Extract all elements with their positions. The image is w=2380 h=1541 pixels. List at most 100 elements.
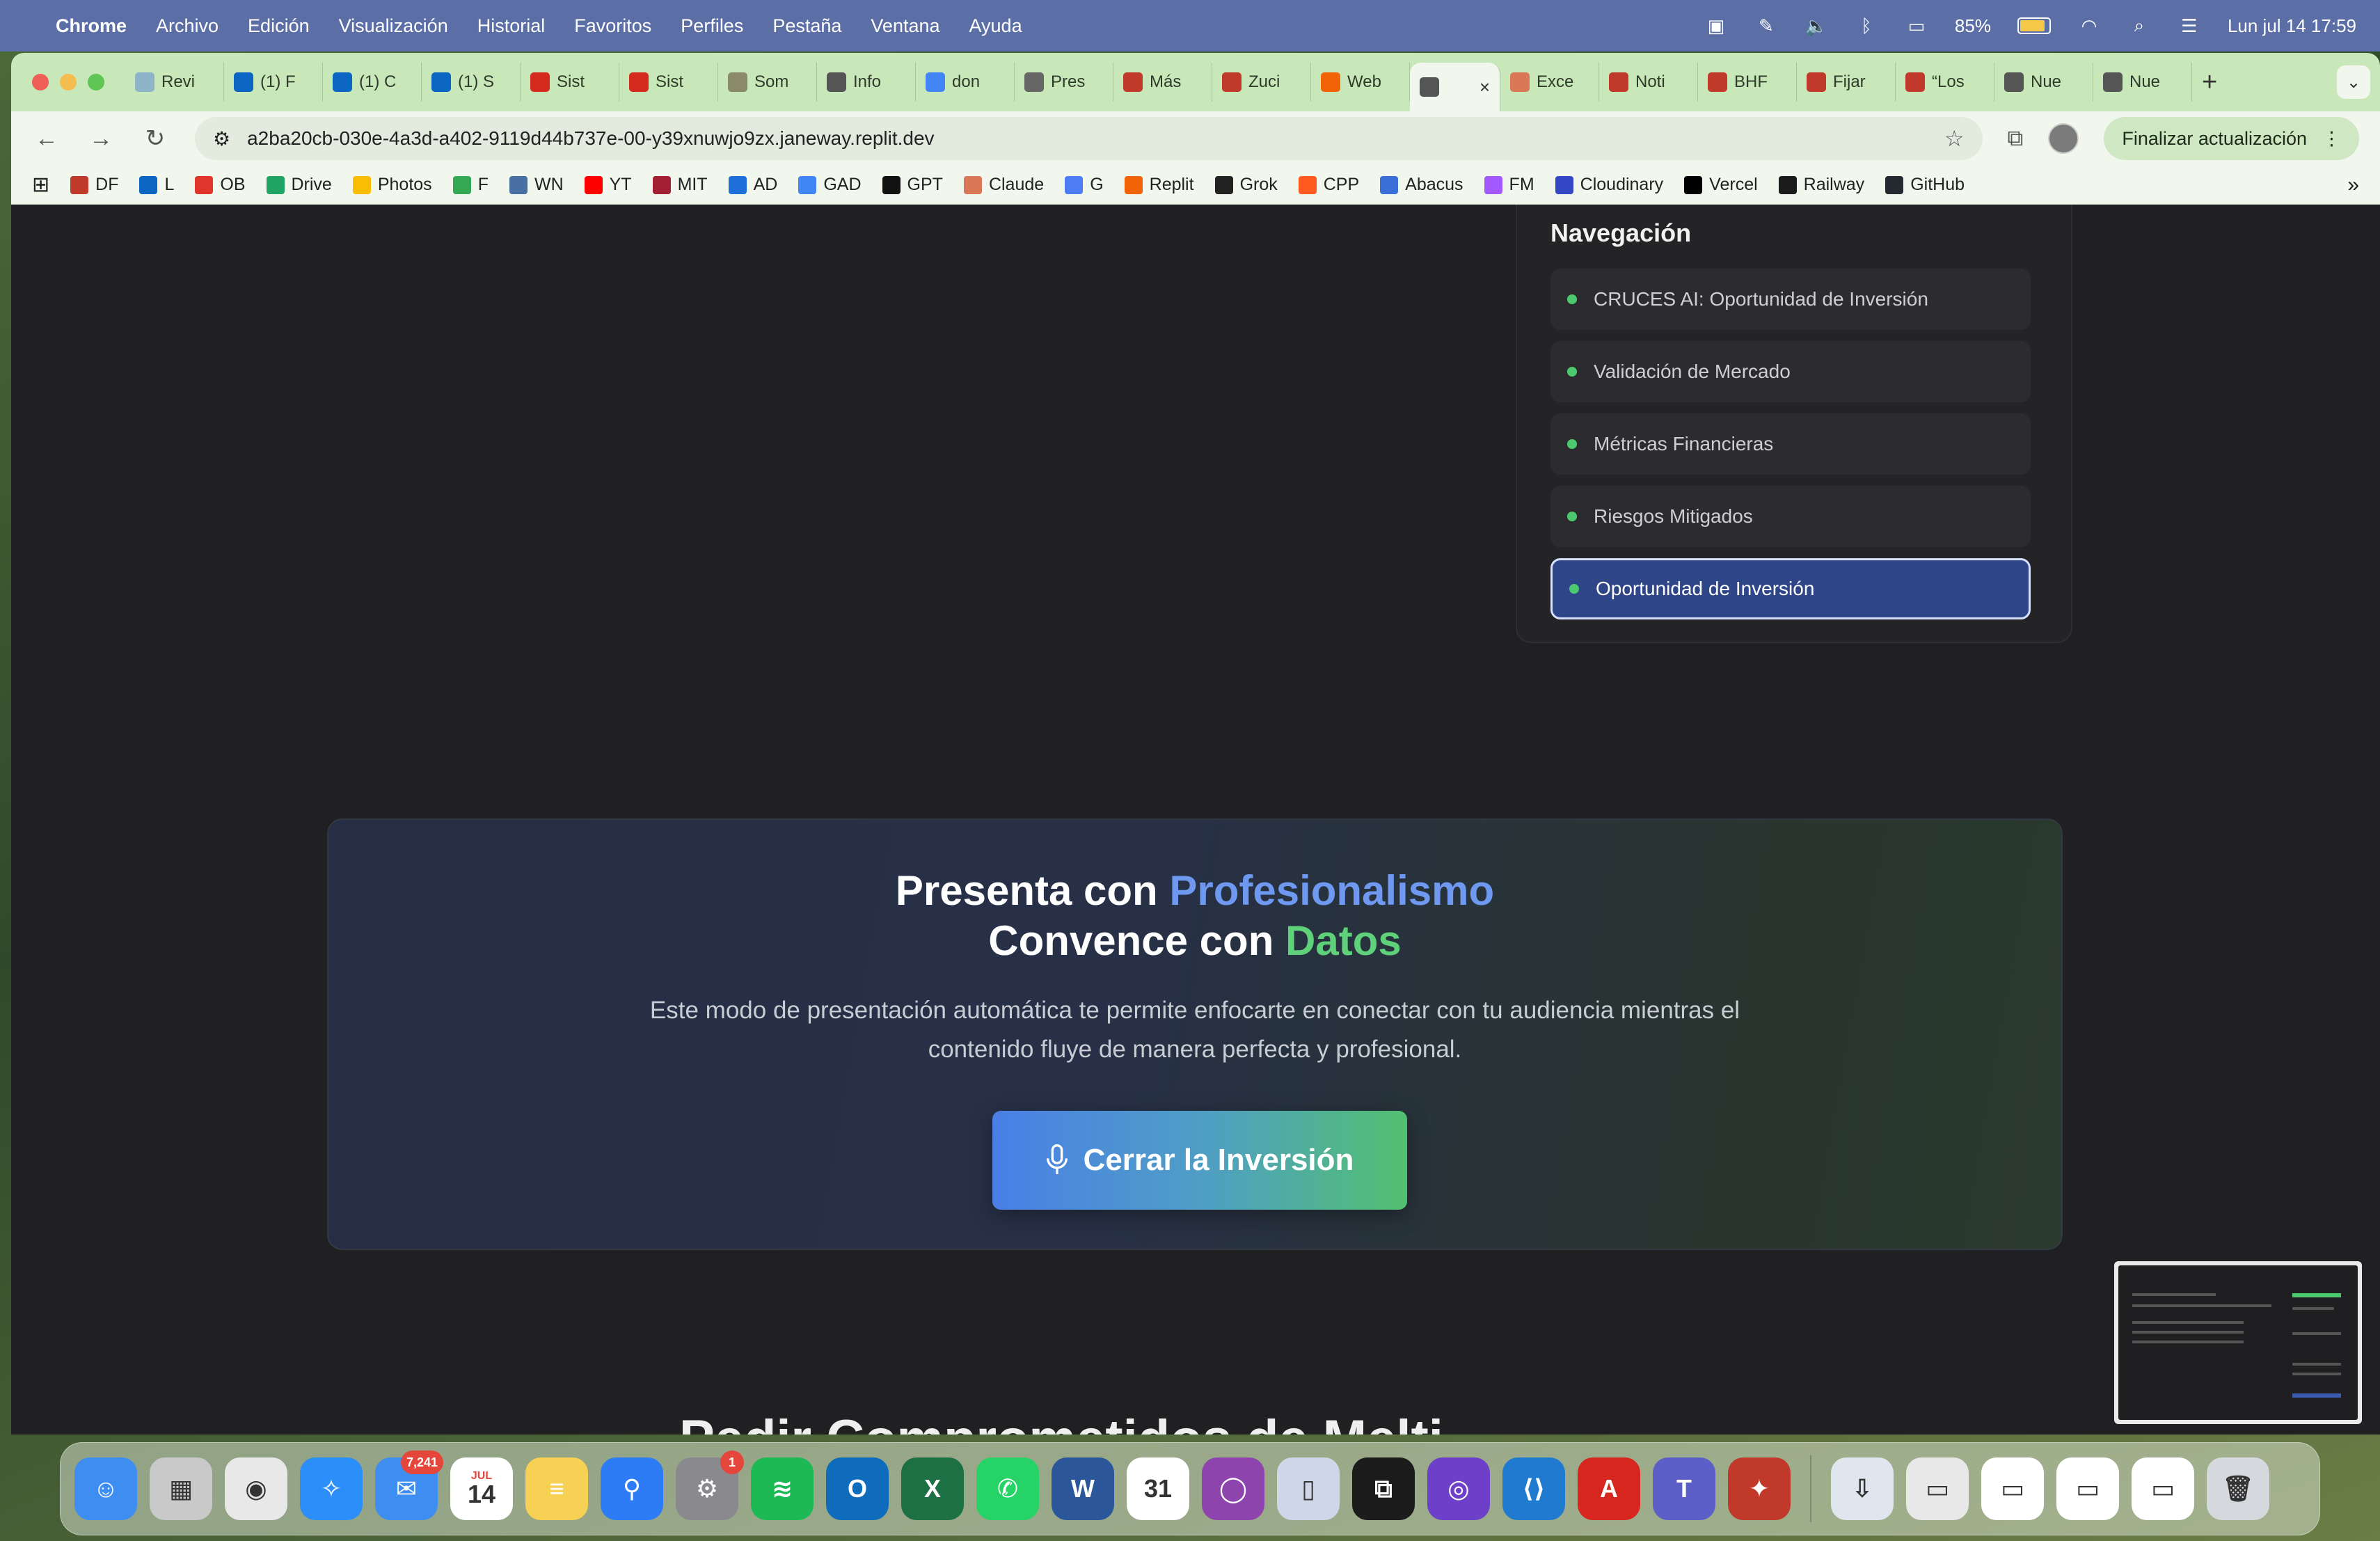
bluetooth-off-icon[interactable]: ᛒ	[1855, 15, 1878, 36]
nav-item[interactable]: Riesgos Mitigados	[1550, 486, 2031, 547]
finish-update-button[interactable]: Finalizar actualización ⋮	[2104, 117, 2359, 160]
chrome-icon[interactable]: ◉	[225, 1457, 287, 1520]
profile-avatar[interactable]	[2048, 123, 2079, 154]
more-bookmarks-icon[interactable]: »	[2347, 173, 2359, 197]
menu-visualizacion[interactable]: Visualización	[339, 15, 448, 37]
github-desktop-icon[interactable]: ◎	[1427, 1457, 1490, 1520]
replit-icon[interactable]: ⧉	[1352, 1457, 1415, 1520]
bookmark-item[interactable]: F	[452, 175, 489, 195]
bookmark-star-icon[interactable]: ☆	[1944, 125, 1965, 152]
tab[interactable]: Nue	[1994, 63, 2093, 102]
bookmark-item[interactable]: Grok	[1214, 175, 1278, 195]
calendar-31-icon[interactable]: 31	[1127, 1457, 1189, 1520]
extensions-icon[interactable]: ⧉	[2008, 125, 2024, 152]
mail-icon[interactable]: ✉ 7,241	[375, 1451, 443, 1520]
downloads-icon[interactable]: ⇩	[1831, 1457, 1894, 1520]
tab-search-button[interactable]: ⌄	[2337, 65, 2370, 99]
settings-icon[interactable]: ⚙ 1	[676, 1451, 744, 1520]
close-window-button[interactable]	[32, 74, 49, 90]
menu-edicion[interactable]: Edición	[248, 15, 310, 37]
tab[interactable]: (1) F	[224, 63, 323, 102]
bookmark-item[interactable]: Vercel	[1684, 175, 1758, 195]
close-tab-icon[interactable]: ×	[1479, 77, 1490, 98]
menu-archivo[interactable]: Archivo	[156, 15, 219, 37]
screenshot-preview-thumbnail[interactable]	[2114, 1261, 2362, 1424]
whatsapp-icon[interactable]: ✆	[976, 1457, 1039, 1520]
bookmark-item[interactable]: CPP	[1298, 175, 1359, 195]
nav-item[interactable]: Validación de Mercado	[1550, 341, 2031, 402]
tab[interactable]: Fijar	[1797, 63, 1896, 102]
menu-pestana[interactable]: Pestaña	[772, 15, 841, 37]
tab[interactable]: (1) S	[422, 63, 521, 102]
launchpad-icon[interactable]: ▦	[150, 1457, 212, 1520]
bookmark-item[interactable]: WN	[509, 175, 564, 195]
tab[interactable]: Web	[1311, 63, 1410, 102]
tab[interactable]: Som	[718, 63, 817, 102]
teams-icon[interactable]: T	[1653, 1457, 1715, 1520]
nav-item[interactable]: Métricas Financieras	[1550, 413, 2031, 475]
excel-icon[interactable]: X	[901, 1457, 964, 1520]
tab[interactable]: Noti	[1599, 63, 1698, 102]
nav-item[interactable]: Oportunidad de Inversión	[1550, 558, 2031, 619]
bookmark-item[interactable]: YT	[584, 175, 632, 195]
bookmark-item[interactable]: DF	[70, 175, 118, 195]
tab[interactable]: don	[916, 63, 1015, 102]
bookmark-item[interactable]: MIT	[652, 175, 708, 195]
spotlight-search-icon[interactable]: ⌕	[2127, 15, 2151, 36]
photo-booth-icon[interactable]: ✦	[1728, 1457, 1791, 1520]
bookmark-item[interactable]: Photos	[352, 175, 432, 195]
page-viewport[interactable]: Navegación CRUCES AI: Oportunidad de Inv…	[11, 205, 2380, 1435]
notes-icon[interactable]: ≡	[525, 1457, 588, 1520]
keynote-icon[interactable]: ⚲	[601, 1457, 663, 1520]
safari-icon[interactable]: ✧	[300, 1457, 363, 1520]
pen-status-icon[interactable]: ✎	[1754, 15, 1778, 36]
iphone-mirror-icon[interactable]: ▯	[1277, 1457, 1340, 1520]
reload-button[interactable]: ↻	[141, 125, 170, 152]
nav-item[interactable]: CRUCES AI: Oportunidad de Inversión	[1550, 269, 2031, 330]
close-investment-button[interactable]: Cerrar la Inversión	[992, 1111, 1407, 1210]
trash-icon[interactable]: 🗑	[2207, 1457, 2269, 1520]
menu-historial[interactable]: Historial	[477, 15, 546, 37]
menu-ayuda[interactable]: Ayuda	[969, 15, 1022, 37]
menu-perfiles[interactable]: Perfiles	[681, 15, 743, 37]
battery-icon[interactable]	[2017, 17, 2051, 34]
word-icon[interactable]: W	[1052, 1457, 1114, 1520]
window-thumb-3-icon[interactable]: ▭	[2056, 1457, 2119, 1520]
window-thumb-1-icon[interactable]: ▭	[1906, 1457, 1969, 1520]
address-bar[interactable]: ⚙ a2ba20cb-030e-4a3d-a402-9119d44b737e-0…	[195, 117, 1983, 160]
outlook-status-icon[interactable]: ▣	[1704, 15, 1728, 36]
bookmark-item[interactable]: GPT	[882, 175, 943, 195]
bookmark-item[interactable]: FM	[1484, 175, 1534, 195]
tab[interactable]: Exce	[1500, 63, 1599, 102]
bookmark-item[interactable]: G	[1065, 175, 1104, 195]
tab[interactable]: Revi	[125, 63, 224, 102]
bookmark-item[interactable]: Abacus	[1380, 175, 1463, 195]
bookmark-item[interactable]: OB	[195, 175, 246, 195]
tab[interactable]: “Los	[1896, 63, 1994, 102]
wifi-icon[interactable]: ◠	[2077, 15, 2101, 36]
menu-ventana[interactable]: Ventana	[871, 15, 939, 37]
bookmark-item[interactable]: GitHub	[1885, 175, 1965, 195]
display-icon[interactable]: ▭	[1905, 15, 1928, 36]
bookmark-item[interactable]: Replit	[1124, 175, 1194, 195]
bookmark-item[interactable]: Cloudinary	[1555, 175, 1663, 195]
tab[interactable]: Sist	[521, 63, 619, 102]
vscode-icon[interactable]: ⟨⟩	[1502, 1457, 1565, 1520]
back-button[interactable]: ←	[32, 125, 61, 152]
bookmark-item[interactable]: Claude	[963, 175, 1044, 195]
fullscreen-window-button[interactable]	[88, 74, 104, 90]
bookmark-item[interactable]: L	[139, 175, 174, 195]
tab[interactable]: Nue	[2093, 63, 2192, 102]
tab-active[interactable]: ×	[1410, 63, 1500, 111]
tab[interactable]: Sist	[619, 63, 718, 102]
bookmark-item[interactable]: Railway	[1778, 175, 1864, 195]
forward-button[interactable]: →	[86, 125, 116, 152]
site-settings-icon[interactable]: ⚙	[213, 127, 230, 150]
new-tab-button[interactable]: +	[2202, 68, 2217, 97]
url-text[interactable]: a2ba20cb-030e-4a3d-a402-9119d44b737e-00-…	[247, 127, 1928, 150]
tab[interactable]: Info	[817, 63, 916, 102]
menubar-clock[interactable]: Lun jul 14 17:59	[2228, 15, 2356, 37]
window-thumb-2-icon[interactable]: ▭	[1981, 1457, 2044, 1520]
tab[interactable]: Más	[1113, 63, 1212, 102]
menu-favoritos[interactable]: Favoritos	[574, 15, 651, 37]
